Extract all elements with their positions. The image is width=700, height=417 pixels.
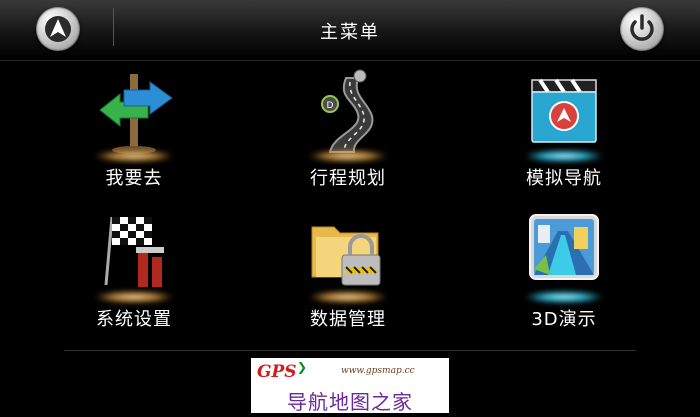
- menu-label: 3D演示: [531, 309, 597, 330]
- banner-slogan: 导航地图之家: [287, 390, 413, 413]
- power-button[interactable]: [620, 7, 664, 51]
- highlight-glow: [524, 291, 604, 303]
- site-banner: GPS ❯ www.gpsmap.cc 导航地图之家: [251, 358, 449, 413]
- highlight-glow: [308, 150, 388, 162]
- clapperboard-icon: [518, 64, 610, 156]
- banner-url: www.gpsmap.cc: [341, 366, 415, 376]
- svg-text:D: D: [327, 101, 334, 111]
- menu-item-settings[interactable]: 系统设置: [44, 205, 224, 335]
- menu-label: 我要去: [105, 168, 163, 189]
- route-icon: D: [302, 64, 394, 156]
- banner-logo: GPS: [257, 362, 297, 382]
- folder-lock-icon: [302, 205, 394, 297]
- menu-item-3d-demo[interactable]: 3D演示: [474, 205, 654, 335]
- menu-label: 系统设置: [96, 309, 172, 330]
- menu-label: 行程规划: [310, 168, 386, 189]
- menu-label: 模拟导航: [526, 168, 602, 189]
- flags-settings-icon: [88, 205, 180, 297]
- menu-item-route-plan[interactable]: D 行程规划: [258, 64, 438, 194]
- highlight-glow: [524, 150, 604, 162]
- signal-icon: ❯: [297, 360, 308, 374]
- highlight-glow: [308, 291, 388, 303]
- menu-item-go[interactable]: 我要去: [44, 64, 224, 194]
- signpost-icon: [88, 64, 180, 156]
- menu-label: 数据管理: [310, 309, 386, 330]
- menu-item-data-manage[interactable]: 数据管理: [258, 205, 438, 335]
- page-title: 主菜单: [320, 22, 380, 43]
- power-icon: [630, 14, 654, 41]
- header-bar: 主菜单: [0, 0, 700, 61]
- 3d-road-icon: [518, 205, 610, 297]
- highlight-glow: [94, 150, 174, 162]
- menu-item-simulate-nav[interactable]: 模拟导航: [474, 64, 654, 194]
- highlight-glow: [94, 291, 174, 303]
- bottom-divider: [64, 350, 636, 351]
